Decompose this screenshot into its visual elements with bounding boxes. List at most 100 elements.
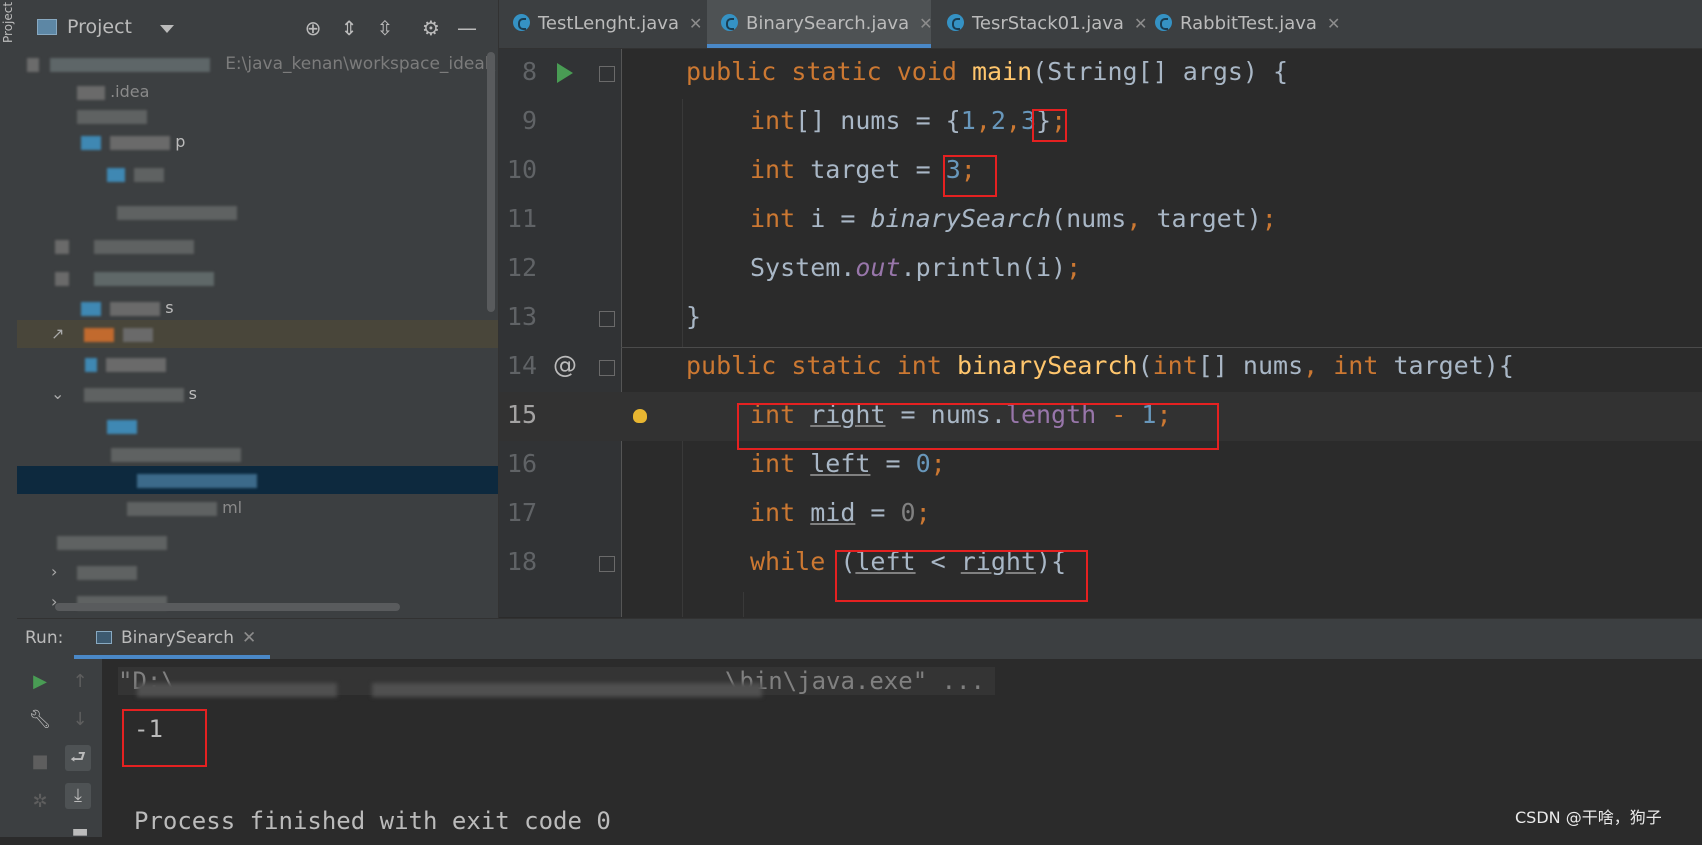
gear-icon[interactable]: ⚙: [417, 14, 445, 42]
java-class-icon: [947, 14, 964, 31]
tree-row[interactable]: s: [17, 294, 498, 322]
lightbulb-icon[interactable]: [633, 409, 647, 423]
tree-row[interactable]: [17, 264, 498, 292]
run-panel: Run: BinarySearch ✕ ▶ 🔧︎ ■ ✲ ↑ ↓ ⮐ ⤓ ▬ "D…: [17, 618, 1702, 842]
project-view-icon: [37, 19, 57, 35]
run-panel-header: Run: BinarySearch ✕: [17, 618, 1702, 660]
tree-row[interactable]: p: [17, 128, 498, 156]
project-stripe-label[interactable]: Project: [1, 2, 15, 43]
tab-binarysearch[interactable]: BinarySearch.java ✕: [707, 0, 933, 48]
scroll-down-icon[interactable]: ↓: [67, 707, 93, 733]
override-marker-icon[interactable]: @: [553, 351, 577, 379]
code-text: }: [686, 302, 702, 331]
code-text: public static void main(String[] args) {: [686, 57, 1289, 86]
code-line-17[interactable]: 17 int mid = 0;: [499, 490, 1702, 539]
highlight-box-output: [122, 709, 207, 767]
fold-marker-icon[interactable]: [599, 311, 615, 327]
code-line-18[interactable]: 18 while (left < right){: [499, 539, 1702, 588]
code-text: public static int binarySearch(int[] num…: [686, 351, 1514, 380]
collapse-all-icon[interactable]: ⇳: [371, 14, 399, 42]
code-line-9[interactable]: 9 int[] nums = {1,2,3};: [499, 98, 1702, 147]
wrench-icon[interactable]: 🔧︎: [27, 707, 53, 733]
minimize-icon[interactable]: —: [453, 14, 481, 42]
watermark: CSDN @干啥，狗子: [1515, 808, 1662, 827]
code-text: int[] nums = {1,2,3};: [750, 106, 1067, 135]
code-line-14[interactable]: 14 @ public static int binarySearch(int[…: [499, 343, 1702, 392]
project-panel-title[interactable]: Project: [67, 16, 132, 38]
tab-tesrstack01[interactable]: TesrStack01.java ✕: [933, 0, 1147, 48]
left-tool-stripe: Project: [0, 0, 18, 837]
tree-row-label: p: [175, 132, 186, 151]
tree-row[interactable]: [17, 160, 498, 188]
code-text: int target = 3;: [750, 155, 976, 184]
code-editor[interactable]: 8 public static void main(String[] args)…: [499, 49, 1702, 617]
debug-icon[interactable]: ✲: [27, 789, 53, 815]
run-gutter-icon[interactable]: [557, 63, 573, 83]
chevron-right-icon[interactable]: ›: [51, 562, 57, 581]
tree-row-selected-file[interactable]: ↗: [17, 320, 498, 348]
tab-rabbittest[interactable]: RabbitTest.java ✕: [1141, 0, 1347, 48]
fold-marker-icon[interactable]: [599, 66, 615, 82]
tree-row-project-root[interactable]: E:\java_kenan\workspace_ideal\: [17, 50, 498, 78]
line-number: 12: [506, 253, 537, 282]
close-icon[interactable]: ✕: [919, 14, 932, 33]
highlight-box-array-last: [1032, 109, 1067, 142]
chevron-down-icon[interactable]: ⌄: [51, 384, 64, 403]
scroll-to-end-icon[interactable]: ⤓: [65, 783, 91, 809]
line-number: 18: [506, 547, 537, 576]
close-icon[interactable]: ✕: [689, 14, 702, 33]
tab-testlenght[interactable]: TestLenght.java ✕: [499, 0, 705, 48]
close-icon[interactable]: ✕: [1327, 14, 1340, 33]
project-horizontal-scrollbar[interactable]: [55, 603, 400, 611]
line-number: 8: [521, 57, 537, 86]
console-output[interactable]: "D:\ \bin\java.exe" ... -1 Process finis…: [102, 659, 1702, 837]
tree-row[interactable]: [17, 232, 498, 260]
highlight-box-target: [943, 155, 997, 197]
tree-row-active[interactable]: [17, 466, 498, 494]
line-number: 13: [506, 302, 537, 331]
line-number: 14: [506, 351, 537, 380]
expand-all-icon[interactable]: ⇕: [335, 14, 363, 42]
tree-row-collapsed[interactable]: ›: [17, 558, 498, 586]
java-class-icon: [721, 14, 738, 31]
code-line-8[interactable]: 8 public static void main(String[] args)…: [499, 49, 1702, 98]
code-line-11[interactable]: 11 int i = binarySearch(nums, target);: [499, 196, 1702, 245]
tree-row-expanded[interactable]: ⌄ s: [17, 380, 498, 408]
line-number: 15: [506, 400, 537, 429]
fold-marker-icon[interactable]: [599, 556, 615, 572]
soft-wrap-icon[interactable]: ⮐: [65, 745, 91, 771]
run-label: Run:: [25, 628, 64, 648]
code-text: int mid = 0;: [750, 498, 931, 527]
tree-row[interactable]: [17, 440, 498, 468]
line-number: 10: [506, 155, 537, 184]
fold-marker-icon[interactable]: [599, 360, 615, 376]
scroll-up-icon[interactable]: ↑: [67, 669, 93, 695]
rerun-icon[interactable]: ▶: [27, 669, 53, 695]
tree-row[interactable]: [17, 350, 498, 378]
project-vertical-scrollbar[interactable]: [487, 52, 495, 312]
java-class-icon: [1155, 14, 1172, 31]
print-icon[interactable]: ▬: [67, 819, 93, 845]
line-number: 9: [521, 106, 537, 135]
locate-icon[interactable]: ⊕: [299, 14, 327, 42]
tree-row[interactable]: [17, 198, 498, 226]
code-text: int left = 0;: [750, 449, 946, 478]
line-number: 17: [506, 498, 537, 527]
run-toolbar: ▶ 🔧︎ ■ ✲ ↑ ↓ ⮐ ⤓ ▬: [17, 659, 102, 842]
tree-row-collapsed[interactable]: ›: [17, 588, 498, 616]
run-tab-binarysearch[interactable]: BinarySearch ✕: [74, 619, 270, 659]
project-panel-header: Project ⊕ ⇕ ⇳ ⚙ —: [17, 0, 498, 56]
tree-row-label: s: [165, 298, 174, 317]
code-line-10[interactable]: 10 int target = 3;: [499, 147, 1702, 196]
tree-row[interactable]: [17, 528, 498, 556]
close-icon[interactable]: ✕: [242, 628, 256, 648]
tree-row[interactable]: [17, 102, 498, 130]
tree-row[interactable]: [17, 412, 498, 440]
tree-row[interactable]: ml: [17, 494, 498, 522]
tree-row-label: ml: [222, 498, 243, 517]
code-line-12[interactable]: 12 System.out.println(i);: [499, 245, 1702, 294]
stop-icon[interactable]: ■: [27, 749, 53, 775]
code-line-13[interactable]: 13 }: [499, 294, 1702, 343]
highlight-box-right-init: [737, 403, 1219, 450]
chevron-down-icon[interactable]: [160, 25, 174, 33]
